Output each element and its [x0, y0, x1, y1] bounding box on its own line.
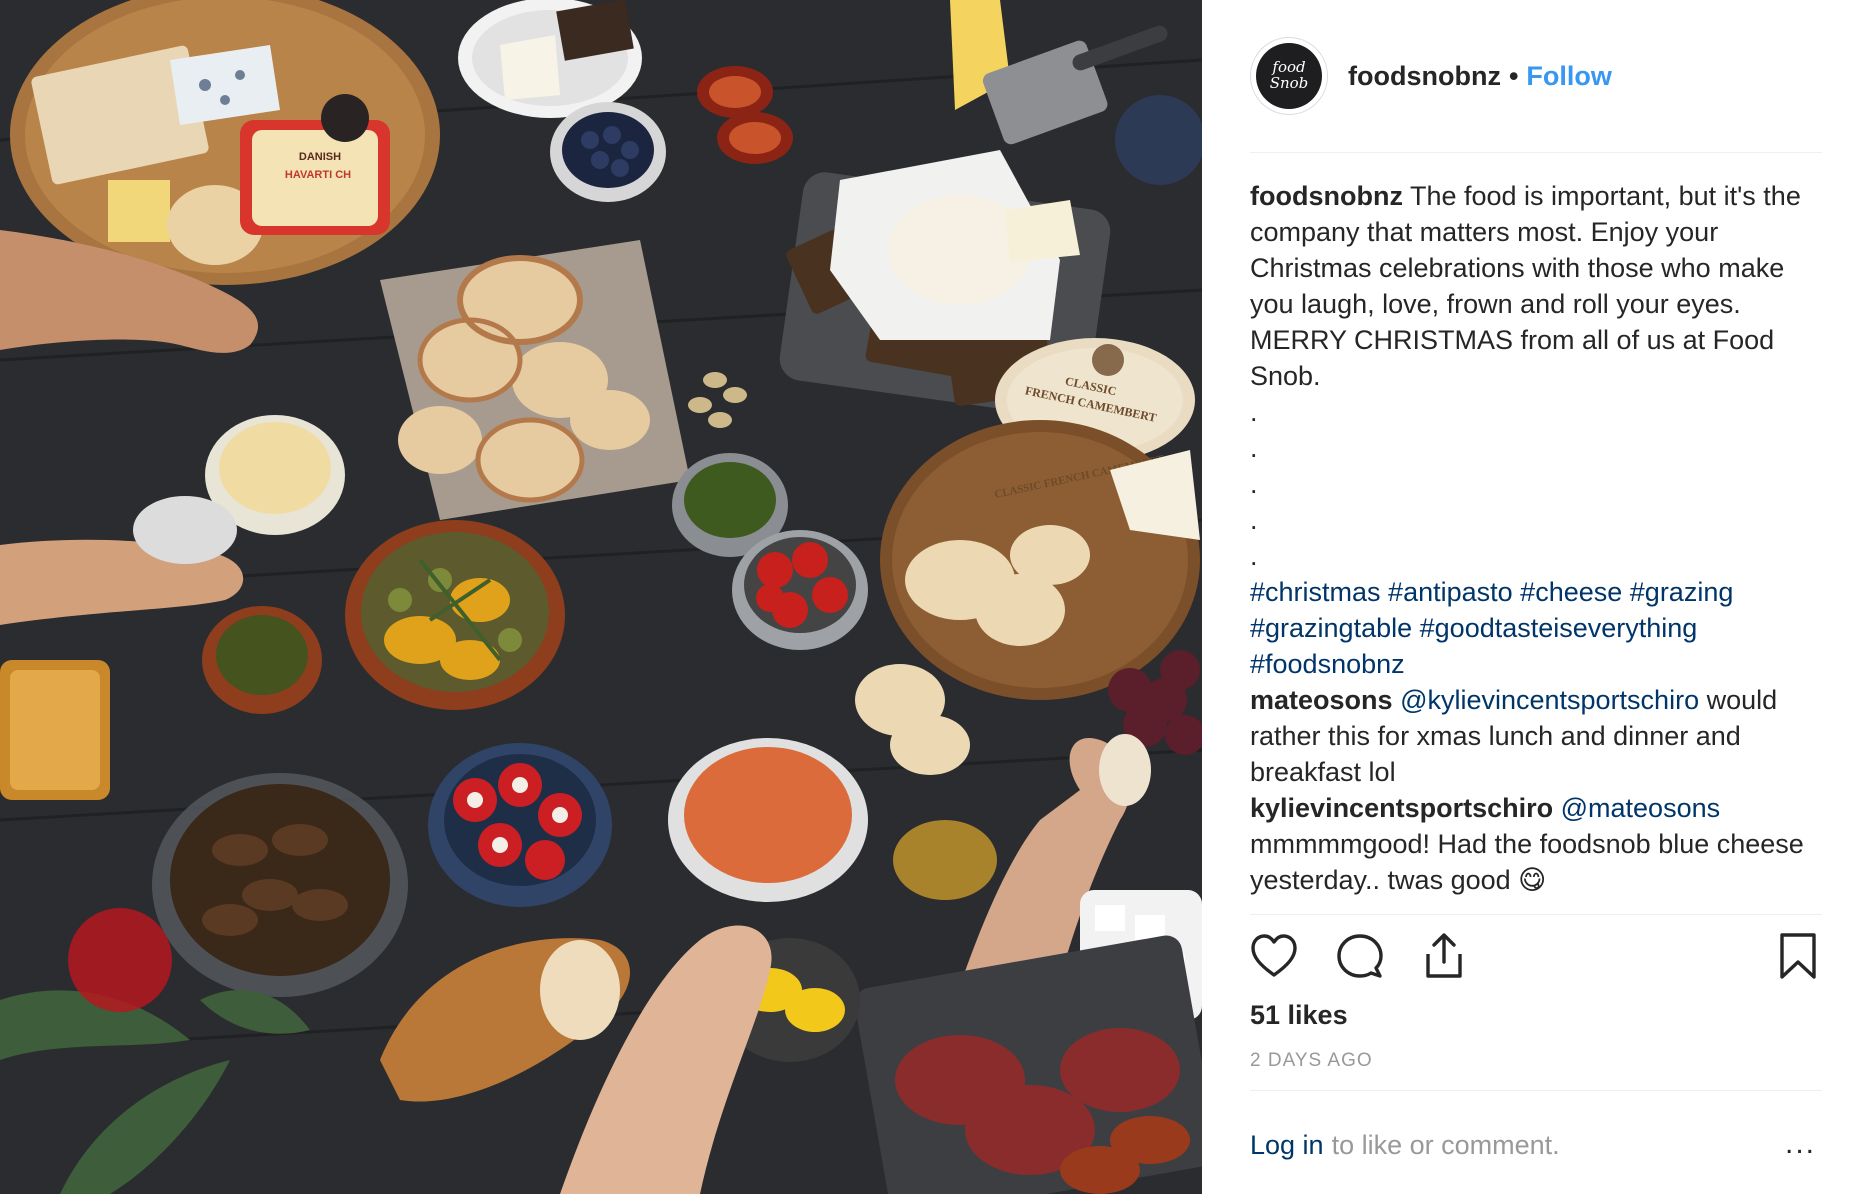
- share-button[interactable]: [1418, 930, 1470, 982]
- hashtag-link[interactable]: #goodtasteiseverything: [1420, 613, 1698, 643]
- havarti-label: HAVARTI CH: [285, 169, 351, 181]
- caption-dot: .: [1250, 541, 1258, 571]
- comments-section[interactable]: foodsnobnz The food is important, but it…: [1250, 178, 1822, 913]
- caption-username[interactable]: foodsnobnz: [1250, 181, 1403, 211]
- login-prompt-text: to like or comment.: [1331, 1129, 1560, 1160]
- likes-count[interactable]: 51 likes: [1250, 1000, 1348, 1031]
- hashtag-link[interactable]: #antipasto: [1388, 577, 1513, 607]
- comment-text: mmmmmgood! Had the foodsnob blue cheese …: [1250, 829, 1804, 895]
- logo-line-2: Snob: [1270, 74, 1309, 92]
- save-button[interactable]: [1772, 930, 1824, 982]
- comment-mention[interactable]: @kylievincentsportschiro: [1400, 685, 1699, 715]
- comment-username[interactable]: kylievincentsportschiro: [1250, 793, 1553, 823]
- more-options-button[interactable]: ...: [1785, 1129, 1816, 1159]
- caption-text: The food is important, but it's the comp…: [1250, 181, 1801, 391]
- follow-button[interactable]: Follow: [1526, 61, 1611, 92]
- hashtag-link[interactable]: #foodsnobnz: [1250, 649, 1405, 679]
- header-divider: [1250, 152, 1822, 153]
- bookmark-icon: [1780, 933, 1816, 979]
- login-footer: Log in to like or comment. ...: [1250, 1120, 1822, 1170]
- caption-dot: .: [1250, 397, 1258, 427]
- heart-icon: [1251, 934, 1297, 977]
- food-spread-illustration: DANISH HAVARTI CH CLASSIC FRENCH CAMEMBE…: [0, 0, 1202, 1194]
- header-separator: •: [1508, 60, 1519, 91]
- hashtag-link[interactable]: #grazingtable: [1250, 613, 1412, 643]
- comment: mateosons @kylievincentsportschiro would…: [1250, 682, 1822, 790]
- hashtags: #christmas #antipasto #cheese #grazing #…: [1250, 574, 1822, 682]
- author-username[interactable]: foodsnobnz: [1348, 61, 1501, 92]
- post-photo[interactable]: DANISH HAVARTI CH CLASSIC FRENCH CAMEMBE…: [0, 0, 1202, 1194]
- hashtag-link[interactable]: #grazing: [1630, 577, 1734, 607]
- post-timestamp[interactable]: 2 DAYS AGO: [1250, 1050, 1373, 1072]
- avatar[interactable]: food Snob: [1250, 37, 1328, 115]
- footer-divider: [1250, 1090, 1822, 1091]
- comments-divider: [1250, 914, 1822, 915]
- post-sidebar: food Snob foodsnobnz • Follow foodsnobnz…: [1202, 0, 1870, 1194]
- comment-bubble-icon: [1337, 934, 1383, 978]
- share-icon: [1426, 933, 1462, 978]
- post-header: food Snob foodsnobnz • Follow: [1250, 36, 1822, 116]
- comment-button[interactable]: [1334, 930, 1386, 982]
- caption-dot: .: [1250, 433, 1258, 463]
- danish-label: DANISH: [299, 151, 341, 163]
- caption-dot: .: [1250, 505, 1258, 535]
- hashtag-link[interactable]: #cheese: [1520, 577, 1622, 607]
- caption-dot: .: [1250, 469, 1258, 499]
- like-button[interactable]: [1248, 930, 1300, 982]
- food-snob-logo-icon: food Snob: [1256, 43, 1322, 109]
- action-bar: [1250, 930, 1822, 986]
- hashtag-link[interactable]: #christmas: [1250, 577, 1381, 607]
- login-link[interactable]: Log in: [1250, 1130, 1324, 1161]
- comment-mention[interactable]: @mateosons: [1561, 793, 1720, 823]
- comment-username[interactable]: mateosons: [1250, 685, 1393, 715]
- caption: foodsnobnz The food is important, but it…: [1250, 178, 1822, 394]
- comment: kylievincentsportschiro @mateosons mmmmm…: [1250, 790, 1822, 898]
